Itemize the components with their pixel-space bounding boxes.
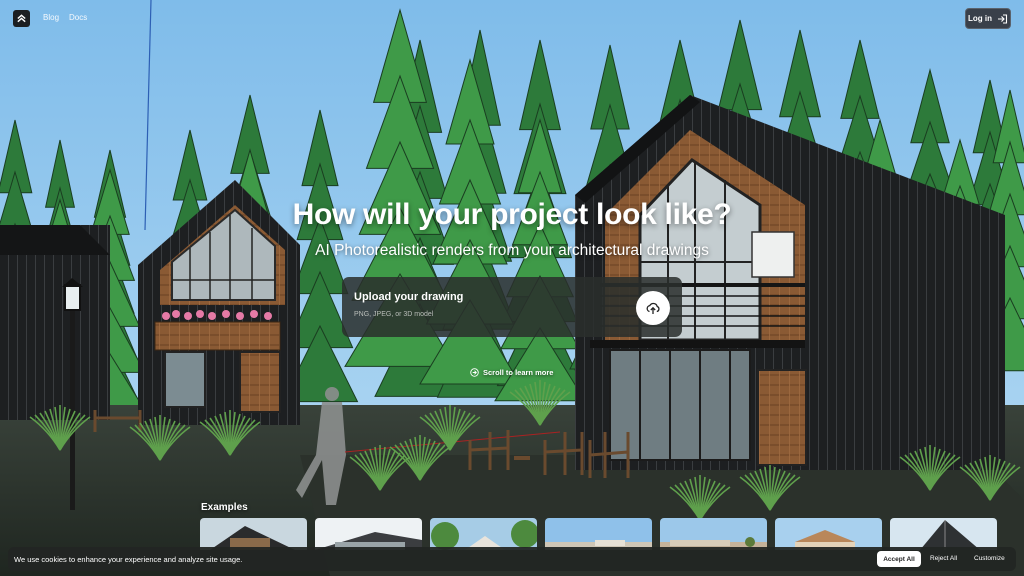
reject-all-button[interactable]: Reject All: [930, 555, 957, 562]
arrow-down-circle-icon: [470, 368, 479, 377]
examples-heading: Examples: [201, 502, 248, 513]
logo-icon[interactable]: [13, 10, 30, 27]
example-thumbnail-4[interactable]: [545, 518, 652, 550]
login-label: Log in: [968, 14, 992, 23]
example-thumbnail-3[interactable]: [430, 518, 537, 550]
accept-all-button[interactable]: Accept All: [877, 551, 921, 567]
example-thumbnail-5[interactable]: [660, 518, 767, 550]
scroll-label: Scroll to learn more: [483, 368, 554, 377]
upload-dropzone[interactable]: Upload your drawing PNG, JPEG, or 3D mod…: [342, 277, 682, 337]
nav-link-docs[interactable]: Docs: [69, 13, 87, 22]
scroll-to-learn-more-link[interactable]: Scroll to learn more: [470, 368, 553, 377]
upload-formats-hint: PNG, JPEG, or 3D model: [354, 311, 434, 318]
upload-button[interactable]: [636, 291, 670, 325]
hero-subtitle: AI Photorealistic renders from your arch…: [315, 242, 709, 259]
cookie-message: We use cookies to enhance your experienc…: [14, 555, 243, 564]
example-thumbnail-1[interactable]: [200, 518, 307, 550]
example-thumbnail-6[interactable]: [775, 518, 882, 550]
example-thumbnail-2[interactable]: [315, 518, 422, 550]
nav-link-blog[interactable]: Blog: [43, 13, 59, 22]
cookie-banner: We use cookies to enhance your experienc…: [8, 547, 1016, 571]
login-button[interactable]: Log in: [965, 8, 1011, 29]
customize-button[interactable]: Customize: [974, 555, 1005, 562]
top-nav: Blog Docs Log in: [0, 0, 1024, 36]
cloud-upload-icon: [646, 302, 660, 314]
sign-in-arrow-icon: [998, 13, 1008, 24]
upload-title: Upload your drawing: [354, 291, 464, 303]
hero-title: How will your project look like?: [292, 198, 732, 231]
example-thumbnail-7[interactable]: [890, 518, 997, 550]
